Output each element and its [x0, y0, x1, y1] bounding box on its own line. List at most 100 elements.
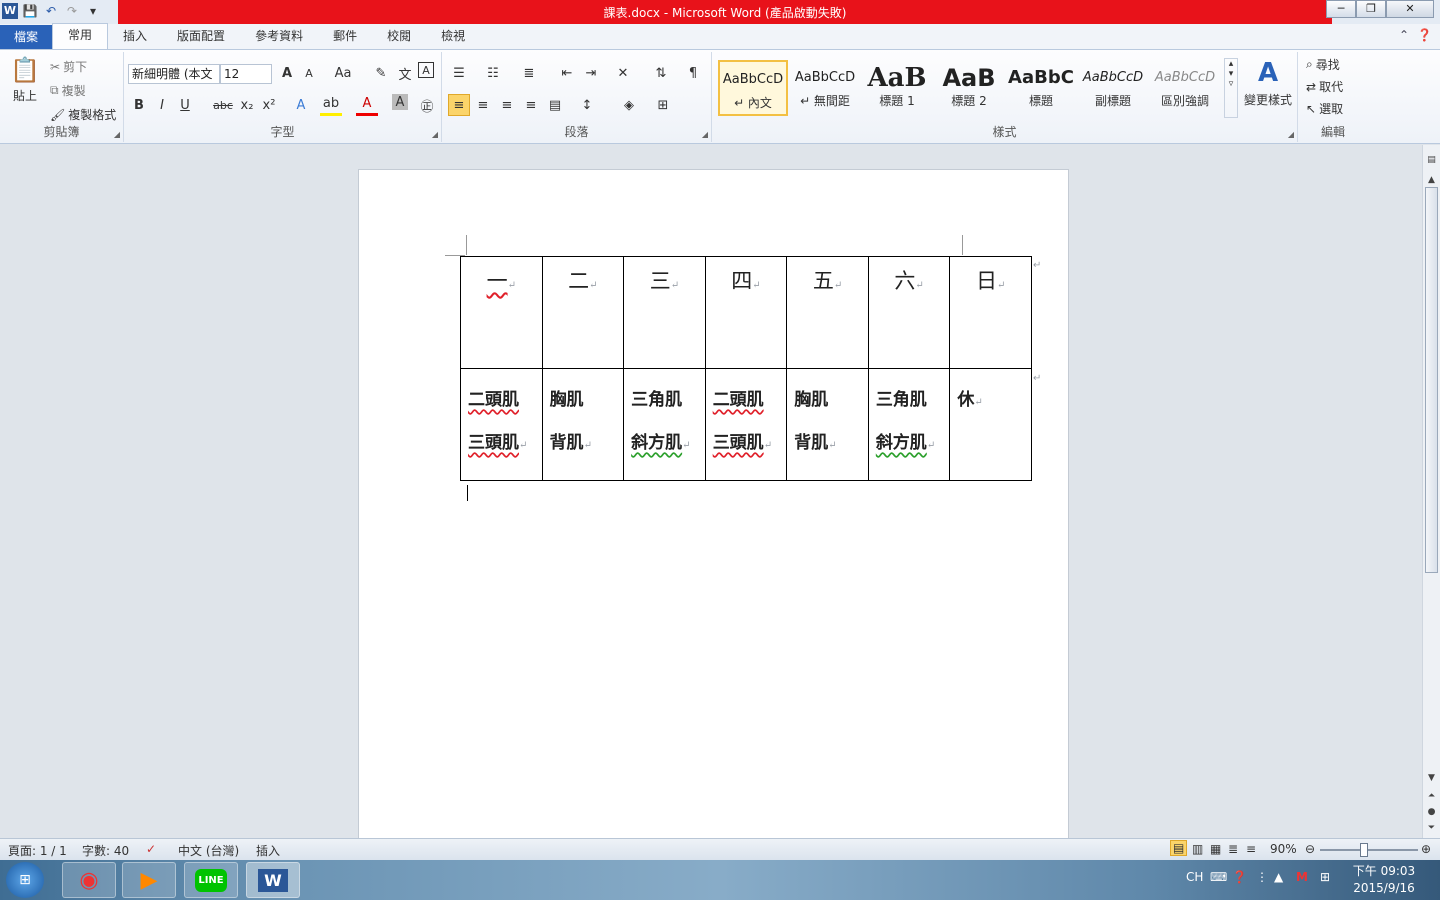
- tab-file[interactable]: 檔案: [0, 25, 53, 49]
- sort-icon[interactable]: ⇅: [650, 62, 672, 84]
- character-shading-icon[interactable]: A: [392, 94, 408, 110]
- full-screen-reading-icon[interactable]: ▥: [1192, 842, 1203, 856]
- borders-icon[interactable]: ⊞: [652, 94, 674, 116]
- document-page[interactable]: 一↵ 二↵ 三↵ 四↵ 五↵ 六↵ 日↵ 二頭肌 三頭肌↵ 胸肌 背肌↵ 三角肌 斜方…: [358, 169, 1069, 859]
- antivirus-icon[interactable]: M: [1296, 870, 1308, 884]
- highlight-icon[interactable]: ab: [320, 94, 342, 116]
- tab-home[interactable]: 常用: [52, 23, 109, 49]
- bullets-icon[interactable]: ☰: [448, 62, 470, 84]
- media-player-taskbar-button[interactable]: ▶: [122, 862, 176, 898]
- workout-cell[interactable]: 三角肌 斜方肌↵: [623, 368, 706, 481]
- windows-flag-icon[interactable]: ⊞: [1320, 870, 1330, 884]
- day-cell[interactable]: 五↵: [786, 256, 869, 369]
- schedule-table[interactable]: 一↵ 二↵ 三↵ 四↵ 五↵ 六↵ 日↵ 二頭肌 三頭肌↵ 胸肌 背肌↵ 三角肌 斜方…: [460, 256, 1032, 481]
- show-hidden-icons-icon[interactable]: ▲: [1274, 870, 1283, 884]
- change-case-button[interactable]: Aa: [328, 62, 358, 84]
- subscript-button[interactable]: x₂: [236, 94, 258, 116]
- day-cell[interactable]: 二↵: [541, 256, 625, 369]
- superscript-button[interactable]: x²: [258, 94, 280, 116]
- redo-icon[interactable]: ↷: [63, 2, 81, 20]
- underline-button[interactable]: U: [174, 94, 196, 116]
- align-right-icon[interactable]: ≡: [496, 94, 518, 116]
- style-heading-1[interactable]: AaB 標題 1: [862, 60, 932, 116]
- word-count[interactable]: 字數: 40: [82, 842, 129, 859]
- day-cell[interactable]: 四↵: [704, 256, 788, 369]
- proofing-icon[interactable]: ✓: [146, 842, 156, 856]
- page-count[interactable]: 頁面: 1 / 1: [8, 842, 67, 859]
- help-icon[interactable]: ❓: [1417, 28, 1432, 42]
- enclose-characters-icon[interactable]: ㊣: [416, 94, 438, 116]
- replace-button[interactable]: ⇄ 取代: [1306, 78, 1343, 95]
- tab-insert[interactable]: 插入: [108, 25, 162, 49]
- help-tray-icon[interactable]: ❓: [1232, 870, 1247, 884]
- minimize-ribbon-icon[interactable]: ⌃: [1399, 28, 1409, 42]
- tab-view[interactable]: 檢視: [426, 25, 480, 49]
- style-title[interactable]: AaBbC 標題: [1006, 60, 1076, 116]
- print-layout-icon[interactable]: ▤: [1170, 840, 1188, 856]
- decrease-indent-icon[interactable]: ⇤: [556, 62, 578, 84]
- day-cell[interactable]: 日↵: [949, 256, 1032, 369]
- zoom-level[interactable]: 90%: [1270, 842, 1297, 856]
- format-painter-button[interactable]: 🖌 複製格式: [50, 106, 116, 123]
- ruler-toggle-icon[interactable]: ▤: [1423, 155, 1440, 165]
- workout-cell[interactable]: 胸肌 背肌↵: [541, 368, 625, 481]
- distributed-icon[interactable]: ▤: [544, 94, 566, 116]
- dialog-launcher-icon[interactable]: ◢: [432, 130, 438, 139]
- style-heading-2[interactable]: AaB 標題 2: [934, 60, 1004, 116]
- justify-icon[interactable]: ≡: [520, 94, 542, 116]
- tab-page-layout[interactable]: 版面配置: [162, 25, 240, 49]
- line-spacing-icon[interactable]: ↕: [576, 94, 598, 116]
- paste-button[interactable]: 📋 貼上: [8, 56, 42, 104]
- shrink-font-button[interactable]: A: [298, 62, 320, 84]
- copy-button[interactable]: ⧉ 複製: [50, 82, 86, 99]
- text-effects-icon[interactable]: A: [290, 94, 312, 116]
- day-cell[interactable]: 三↵: [623, 256, 706, 369]
- zoom-out-icon[interactable]: ⊖: [1305, 842, 1315, 856]
- style-no-spacing[interactable]: AaBbCcD ↵ 無間距: [790, 60, 860, 116]
- word-taskbar-button[interactable]: W: [246, 862, 300, 898]
- previous-page-icon[interactable]: ⏶: [1423, 791, 1440, 801]
- day-cell[interactable]: 六↵: [867, 256, 951, 369]
- start-button[interactable]: ⊞: [6, 862, 44, 898]
- zoom-in-icon[interactable]: ⊕: [1421, 842, 1431, 856]
- style-normal[interactable]: AaBbCcD ↵ 內文: [718, 60, 788, 116]
- undo-icon[interactable]: ↶: [42, 2, 60, 20]
- italic-button[interactable]: I: [151, 94, 173, 116]
- close-button[interactable]: ✕: [1386, 0, 1434, 18]
- font-name-combo[interactable]: 新細明體 (本文: [128, 64, 220, 84]
- style-subtle-emphasis[interactable]: AaBbCcD 區別強調: [1150, 60, 1220, 116]
- input-language[interactable]: CH: [1186, 870, 1203, 884]
- workout-cell[interactable]: 三角肌 斜方肌↵: [867, 368, 951, 481]
- font-size-combo[interactable]: 12: [220, 64, 272, 84]
- chrome-taskbar-button[interactable]: ◉: [62, 862, 116, 898]
- tab-references[interactable]: 參考資料: [240, 25, 318, 49]
- bold-button[interactable]: B: [128, 94, 150, 116]
- clear-formatting-icon[interactable]: ✎: [370, 62, 392, 84]
- restore-button[interactable]: ❐: [1356, 0, 1386, 18]
- keyboard-icon[interactable]: ⌨: [1210, 870, 1227, 884]
- strikethrough-button[interactable]: abc: [210, 94, 236, 116]
- browse-object-icon[interactable]: ●: [1423, 807, 1440, 817]
- show-marks-icon[interactable]: ¶: [682, 62, 704, 84]
- grow-font-button[interactable]: A: [276, 62, 298, 84]
- vertical-scrollbar[interactable]: ▤ ▲ ▼ ⏶ ● ⏷: [1422, 145, 1440, 838]
- asian-layout-icon[interactable]: ✕: [612, 62, 634, 84]
- next-page-icon[interactable]: ⏷: [1423, 823, 1440, 833]
- outline-icon[interactable]: ≣: [1228, 842, 1238, 856]
- scroll-up-icon[interactable]: ▲: [1423, 175, 1440, 185]
- select-button[interactable]: ↖ 選取: [1306, 100, 1343, 117]
- workout-cell[interactable]: 休↵: [949, 368, 1032, 481]
- language-indicator[interactable]: 中文 (台灣): [178, 842, 239, 859]
- line-taskbar-button[interactable]: LINE: [184, 862, 238, 898]
- workout-cell[interactable]: 胸肌 背肌↵: [786, 368, 869, 481]
- character-border-icon[interactable]: A: [418, 62, 434, 78]
- align-center-icon[interactable]: ≡: [472, 94, 494, 116]
- numbering-icon[interactable]: ☷: [482, 62, 504, 84]
- multilevel-list-icon[interactable]: ≣: [518, 62, 540, 84]
- increase-indent-icon[interactable]: ⇥: [580, 62, 602, 84]
- save-icon[interactable]: 💾: [21, 2, 39, 20]
- minimize-button[interactable]: ─: [1326, 0, 1356, 18]
- cut-button[interactable]: ✂ 剪下: [50, 58, 87, 75]
- zoom-slider-knob[interactable]: [1360, 843, 1368, 857]
- styles-scroll-icon[interactable]: ▴ ▾ ▿: [1224, 58, 1238, 118]
